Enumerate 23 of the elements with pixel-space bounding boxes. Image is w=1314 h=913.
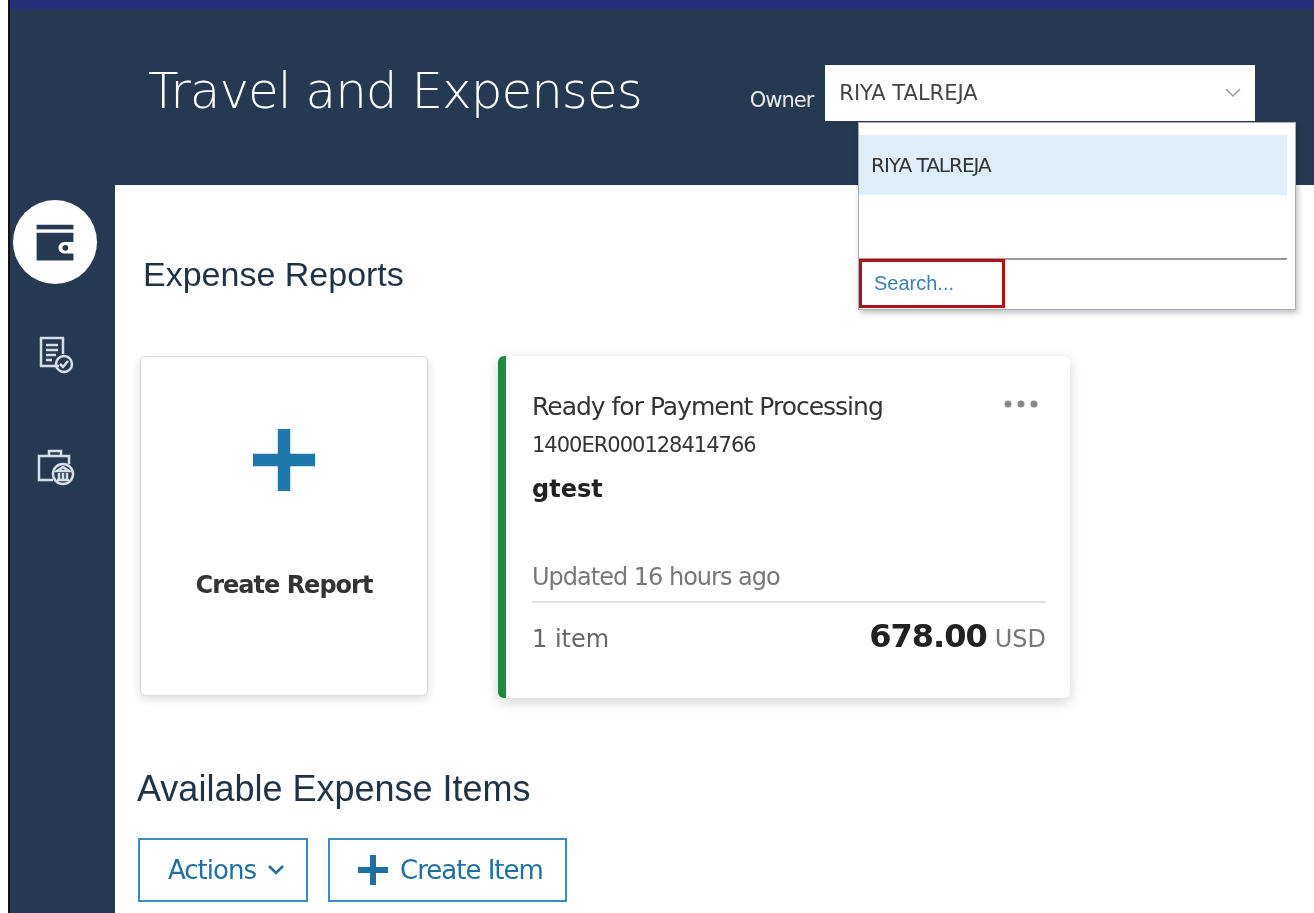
dropdown-option[interactable]: RIYA TALREJA [859, 135, 1287, 195]
chevron-down-icon [1225, 88, 1242, 98]
plus-icon [253, 429, 315, 491]
actions-button[interactable]: Actions [138, 838, 308, 902]
report-id: 1400ER000128414766 [532, 433, 757, 457]
plus-icon [358, 855, 388, 885]
search-link[interactable]: Search... [859, 259, 1006, 308]
section-heading: Expense Reports [143, 255, 404, 294]
report-name: gtest [532, 475, 604, 503]
updated-time: Updated 16 hours ago [532, 563, 1046, 603]
create-report-card[interactable]: Create Report [140, 356, 428, 696]
app-title: Travel and Expenses [148, 62, 642, 120]
section-heading: Available Expense Items [137, 768, 531, 810]
report-card[interactable]: Ready for Payment Processing 1400ER000128414766 gtest Updated 16 hours ago 1 item 678.00 USD [498, 356, 1070, 698]
report-status: Ready for Payment Processing [532, 392, 883, 421]
chevron-down-icon [268, 865, 284, 875]
item-count: 1 item [532, 625, 611, 653]
report-amount: 678.00 [869, 617, 987, 655]
currency: USD [994, 625, 1046, 653]
owner-combobox[interactable]: RIYA TALREJA [825, 65, 1256, 121]
owner-label: Owner [749, 88, 814, 112]
create-item-button[interactable]: Create Item [328, 838, 567, 902]
more-icon[interactable] [1004, 400, 1038, 408]
